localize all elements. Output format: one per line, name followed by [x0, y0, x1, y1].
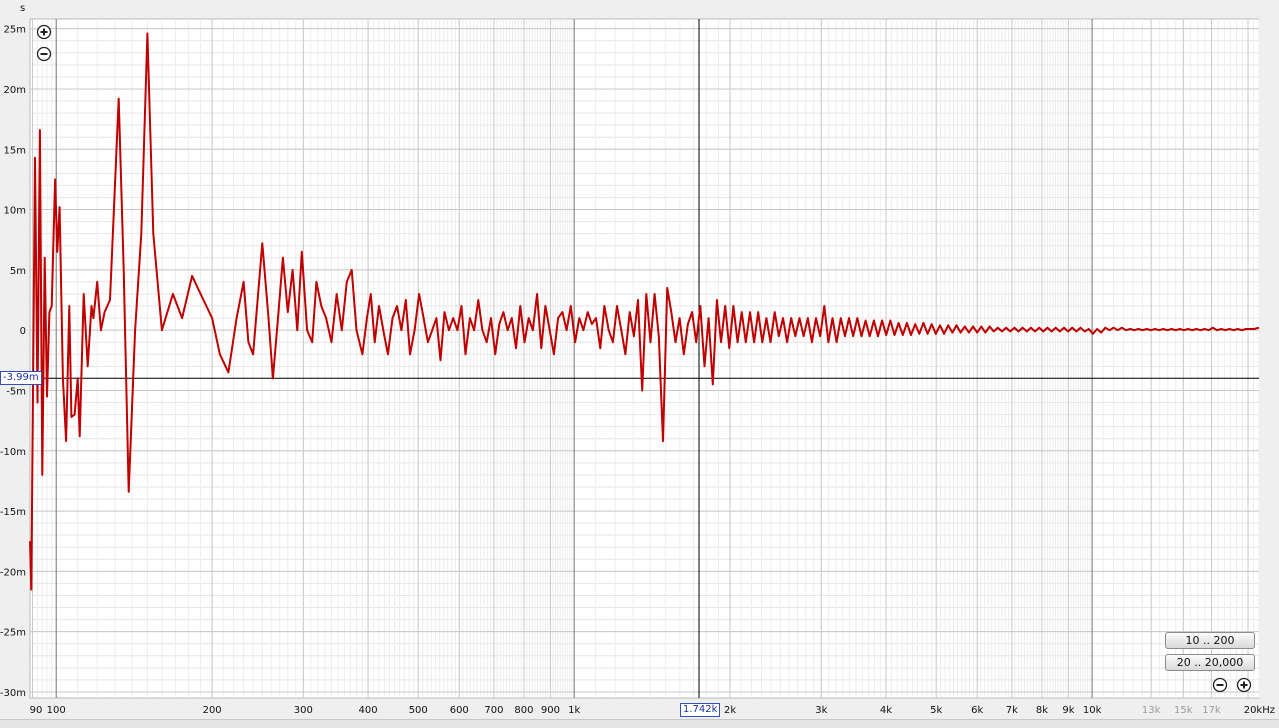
x-tick-label: 200: [203, 705, 222, 716]
x-tick-label: 600: [450, 705, 469, 716]
y-tick-label: 0: [20, 326, 26, 337]
x-tick-label: 500: [409, 705, 428, 716]
horizontal-scrollbar[interactable]: [0, 719, 1279, 728]
x-tick-label: 5k: [930, 705, 942, 716]
x-tick-label: 700: [484, 705, 503, 716]
y-tick-label: 25m: [4, 25, 26, 36]
y-tick-label: -20m: [0, 567, 26, 578]
x-tick-label: 9k: [1062, 705, 1074, 716]
x-tick-label: 2k: [724, 705, 736, 716]
x-tick-label: 400: [359, 705, 378, 716]
group-delay-chart[interactable]: 25m 20m 15m 10m 5m 0 -5m -10m -15m -20m -25m -30m 9…: [0, 0, 1279, 728]
x-tick-label: 10k: [1083, 705, 1102, 716]
range-20-20000-button[interactable]: 20 .. 20,000: [1165, 654, 1255, 671]
x-tick-label: 900: [541, 705, 560, 716]
zoom-in-icon[interactable]: [36, 24, 52, 40]
x-tick-label: 6k: [971, 705, 983, 716]
x-zoom-in-icon[interactable]: [1236, 677, 1252, 693]
x-tick-label: 100: [47, 705, 66, 716]
zoom-out-icon[interactable]: [36, 46, 52, 62]
x-tick-label: 3k: [815, 705, 827, 716]
x-tick-label: 800: [514, 705, 533, 716]
y-tick-label: -30m: [0, 688, 26, 699]
y-tick-label: 5m: [10, 266, 26, 277]
x-tick-label: 7k: [1006, 705, 1018, 716]
x-tick-label: 17k: [1202, 705, 1221, 716]
y-tick-label: -10m: [0, 447, 26, 458]
range-10-200-button[interactable]: 10 .. 200: [1165, 632, 1255, 649]
y-tick-label: -25m: [0, 628, 26, 639]
x-zoom-out-icon[interactable]: [1212, 677, 1228, 693]
cursor-x-readout: 1.742k: [680, 703, 721, 717]
x-tick-label: 8k: [1036, 705, 1048, 716]
y-tick-label: -15m: [0, 507, 26, 518]
y-tick-label: 15m: [4, 145, 26, 156]
x-tick-label: 90: [30, 705, 43, 716]
y-axis-unit: s: [20, 3, 26, 14]
cursor-y-readout: -3.99m: [0, 371, 42, 386]
x-tick-label: 13k: [1142, 705, 1161, 716]
x-tick-label: 20kHz: [1244, 705, 1275, 716]
x-axis-ticks: 90 100 200 300 400 500 600 700 800 900 1k 2k 3k 4k 5k 6…: [30, 705, 1275, 716]
y-tick-label: 10m: [4, 206, 26, 217]
x-tick-label: 300: [294, 705, 313, 716]
y-tick-label: 20m: [4, 85, 26, 96]
y-tick-label: -5m: [6, 386, 26, 397]
y-axis-ticks: 25m 20m 15m 10m 5m 0 -5m -10m -15m -20m -25m -30m: [0, 25, 26, 699]
x-tick-label: 15k: [1174, 705, 1193, 716]
x-tick-label: 4k: [880, 705, 892, 716]
x-tick-label: 1k: [568, 705, 580, 716]
